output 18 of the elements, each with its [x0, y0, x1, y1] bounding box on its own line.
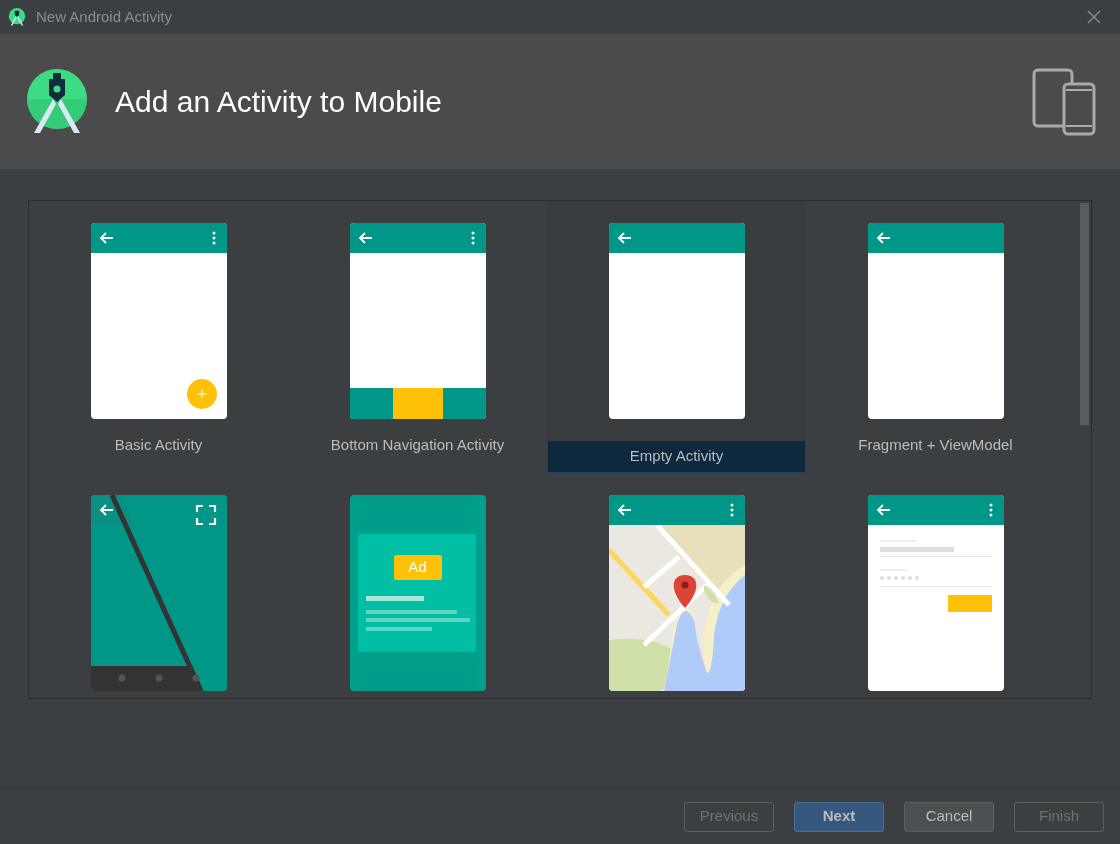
- android-studio-logo-icon: [8, 8, 26, 26]
- dialog-button[interactable]: Next: [794, 801, 884, 832]
- template-tile[interactable]: Basic Activity: [29, 201, 288, 473]
- template-label: Basic Activity: [114, 435, 203, 455]
- template-tile[interactable]: Empty Activity: [547, 201, 806, 473]
- template-label: Bottom Navigation Activity: [330, 435, 505, 455]
- scrollbar-thumb[interactable]: [1080, 203, 1089, 425]
- page-title: Add an Activity to Mobile: [115, 84, 442, 120]
- ad-label: Ad: [407, 557, 428, 578]
- phone-and-tablet-icon: [1032, 67, 1096, 136]
- close-icon: [1087, 10, 1101, 24]
- template-tile[interactable]: Fragment + ViewModel: [806, 201, 1065, 473]
- android-studio-logo-icon: [26, 68, 88, 135]
- window-title: New Android Activity: [36, 6, 172, 27]
- dialog-button[interactable]: Cancel: [904, 801, 994, 832]
- template-label: Fragment + ViewModel: [858, 435, 1013, 455]
- template-label: Empty Activity: [629, 446, 724, 467]
- template-tile[interactable]: Bottom Navigation Activity: [288, 201, 547, 473]
